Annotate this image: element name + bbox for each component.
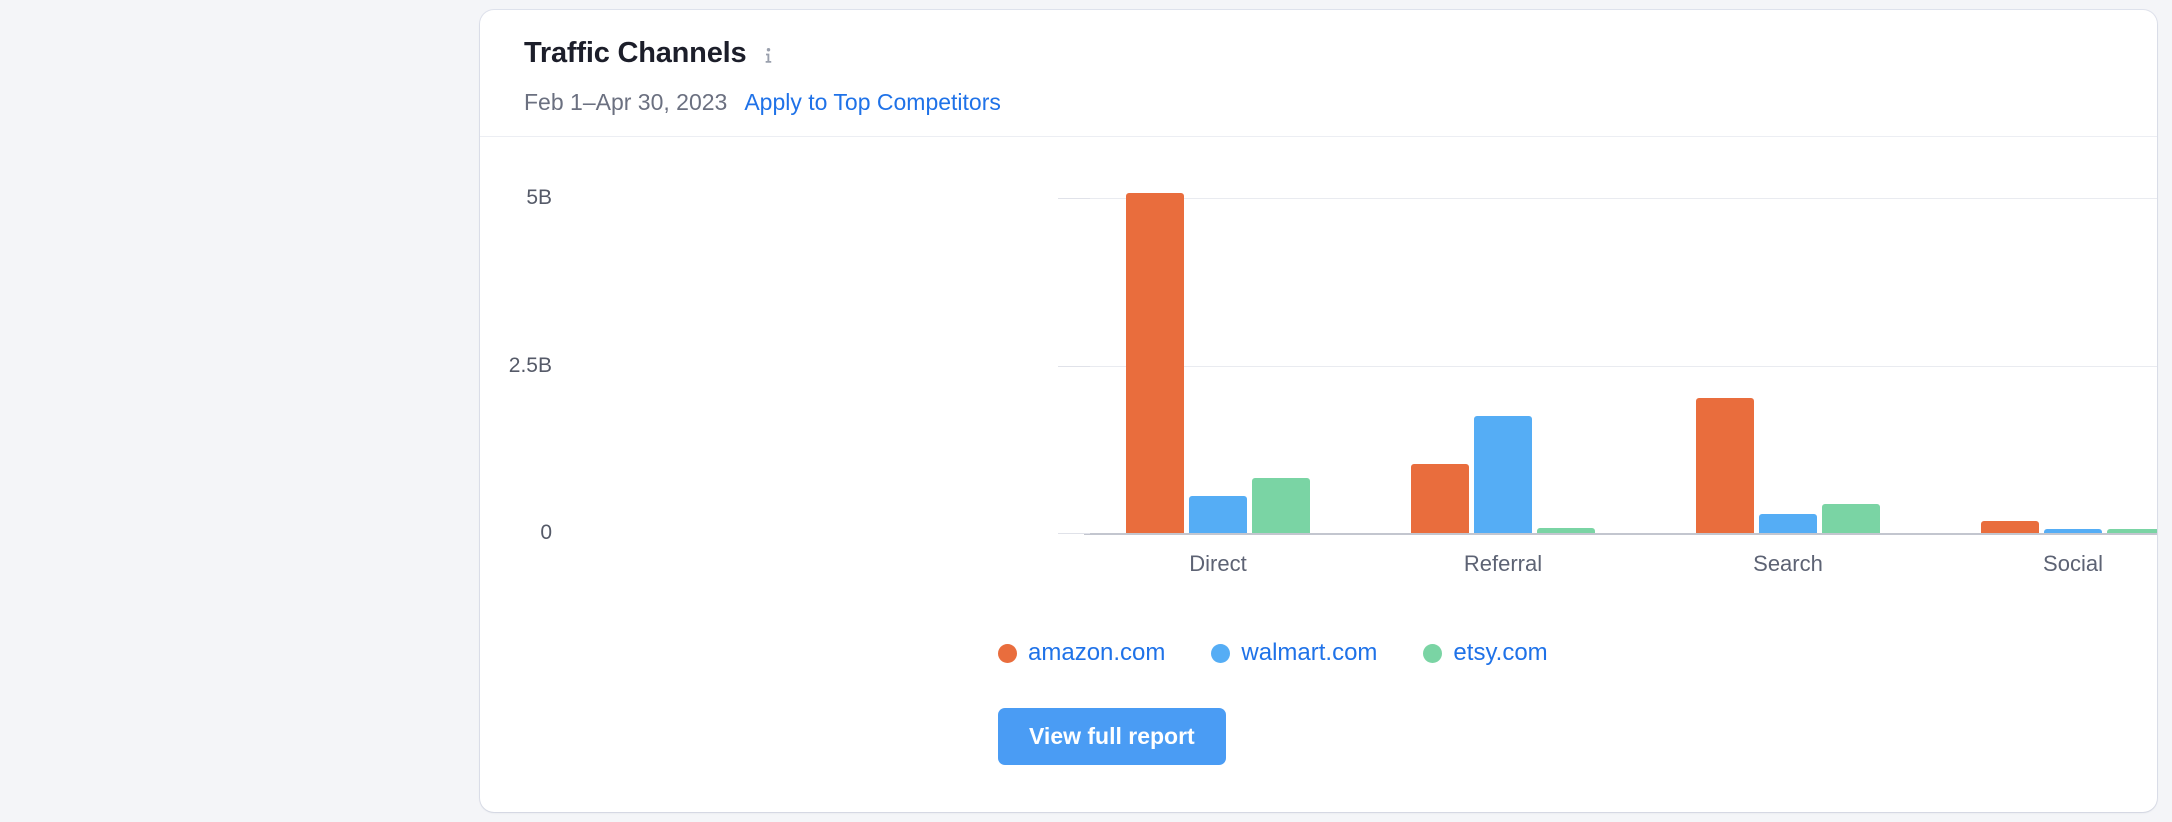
x-axis-label: Direct — [1189, 551, 1246, 577]
bar[interactable] — [1537, 528, 1595, 533]
bar-group — [1981, 197, 2157, 533]
bar[interactable] — [2044, 529, 2102, 533]
legend-item[interactable]: amazon.com — [998, 639, 1165, 667]
subtitle-row: Feb 1–Apr 30, 2023 Apply to Top Competit… — [524, 89, 2157, 116]
traffic-channels-card: Traffic Channels Feb 1–Apr 30, 2023 Appl… — [480, 10, 2157, 812]
info-icon[interactable] — [759, 47, 778, 66]
x-axis-label: Social — [2043, 551, 2103, 577]
legend-label: walmart.com — [1241, 639, 1377, 667]
legend-color-dot — [1423, 644, 1442, 663]
title-row: Traffic Channels — [524, 38, 2157, 70]
card-footer: View full report — [480, 667, 2157, 765]
x-axis-label: Referral — [1464, 551, 1542, 577]
bar[interactable] — [1252, 478, 1310, 533]
bar[interactable] — [1696, 398, 1754, 533]
bar[interactable] — [1759, 514, 1817, 533]
view-full-report-button[interactable]: View full report — [998, 708, 1226, 765]
legend-color-dot — [1211, 644, 1230, 663]
bar[interactable] — [1474, 416, 1532, 533]
bar[interactable] — [1126, 193, 1184, 533]
bar[interactable] — [1189, 496, 1247, 533]
bar[interactable] — [1822, 504, 1880, 533]
legend-label: amazon.com — [1028, 639, 1165, 667]
x-axis-label: Search — [1753, 551, 1823, 577]
bar[interactable] — [1411, 464, 1469, 533]
chart-legend: amazon.com walmart.com etsy.com — [480, 639, 2157, 667]
bar-group — [1696, 197, 1880, 533]
legend-color-dot — [998, 644, 1017, 663]
legend-item[interactable]: walmart.com — [1211, 639, 1377, 667]
bar-group — [1126, 197, 1310, 533]
page-title: Traffic Channels — [524, 38, 746, 70]
card-header: Traffic Channels Feb 1–Apr 30, 2023 Appl… — [480, 10, 2157, 137]
bar[interactable] — [2107, 529, 2157, 533]
date-range: Feb 1–Apr 30, 2023 — [524, 89, 727, 116]
bar[interactable] — [1981, 521, 2039, 533]
chart-bars — [480, 137, 2157, 637]
apply-to-top-competitors-link[interactable]: Apply to Top Competitors — [744, 89, 1001, 116]
bar-chart: 02.5B5B DirectReferralSearchSocialPaid — [480, 137, 2157, 637]
legend-label: etsy.com — [1453, 639, 1547, 667]
bar-group — [1411, 197, 1595, 533]
legend-item[interactable]: etsy.com — [1423, 639, 1547, 667]
